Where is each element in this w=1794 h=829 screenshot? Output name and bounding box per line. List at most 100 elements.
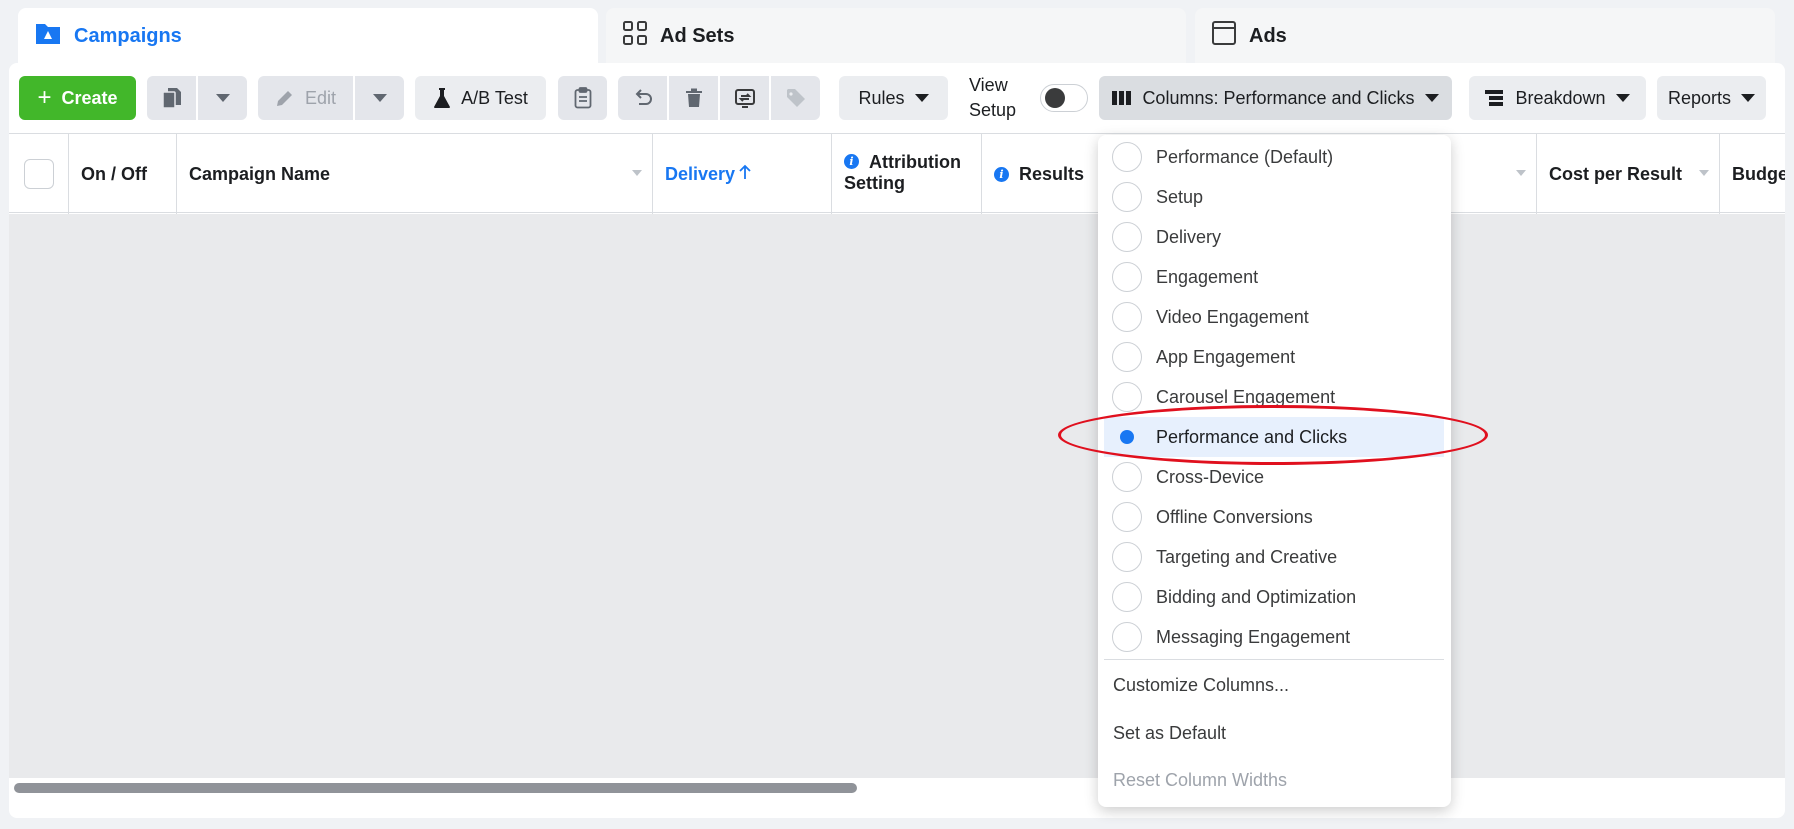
sort-caret-icon <box>1516 170 1526 176</box>
scrollbar-thumb[interactable] <box>14 783 857 793</box>
grid-icon <box>622 20 648 52</box>
column-preset-option[interactable]: App Engagement <box>1098 337 1451 377</box>
option-label: Targeting and Creative <box>1156 546 1338 567</box>
flask-icon <box>433 87 451 109</box>
header-cost-per-result-label: Cost per Result <box>1549 163 1683 184</box>
ad-preview-button[interactable] <box>720 76 769 120</box>
rules-button[interactable]: Rules <box>839 76 948 120</box>
header-attribution-label: Attribution Setting <box>844 152 961 194</box>
edit-label: Edit <box>304 87 337 108</box>
breakdown-icon <box>1485 89 1505 107</box>
radio-button[interactable] <box>1112 462 1142 492</box>
tab-ad-sets[interactable]: Ad Sets <box>606 8 1186 64</box>
undo-button[interactable] <box>618 76 667 120</box>
radio-button[interactable] <box>1112 302 1142 332</box>
radio-button[interactable] <box>1112 622 1142 652</box>
header-budget[interactable]: Budget <box>1720 134 1785 214</box>
view-setup-line2: Setup <box>969 100 1017 120</box>
toggle-knob <box>1045 88 1065 108</box>
columns-dropdown-menu: Performance (Default) Setup Delivery Eng… <box>1098 135 1451 807</box>
view-setup-line1: View <box>969 75 1008 95</box>
columns-button[interactable]: Columns: Performance and Clicks <box>1099 76 1452 120</box>
campaigns-panel: + Create Edit A/B Test Rules View Setup … <box>9 63 1785 818</box>
select-all-checkbox[interactable] <box>23 159 54 189</box>
column-preset-option[interactable]: Engagement <box>1098 257 1451 297</box>
radio-button[interactable] <box>1112 222 1142 252</box>
option-label: Setup <box>1156 186 1204 207</box>
radio-button[interactable] <box>1112 582 1142 612</box>
option-label: Performance and Clicks <box>1156 426 1348 447</box>
reports-button[interactable]: Reports <box>1657 76 1766 120</box>
attribution-line1: Attribution <box>869 152 961 172</box>
tab-campaigns[interactable]: Campaigns <box>18 8 598 64</box>
sort-caret-icon <box>632 170 642 176</box>
caret-down-icon <box>1741 94 1756 102</box>
attribution-line2: Setting <box>844 173 905 193</box>
campaign-folder-icon <box>34 20 62 52</box>
header-cost-per-result[interactable]: Cost per Result <box>1537 134 1720 214</box>
header-delivery[interactable]: Delivery <box>653 134 832 214</box>
create-label: Create <box>61 87 118 108</box>
pencil-icon <box>275 88 295 108</box>
swap-preview-icon <box>734 87 756 109</box>
option-label: Engagement <box>1156 266 1259 287</box>
column-preset-option[interactable]: Setup <box>1098 177 1451 217</box>
column-preset-option[interactable]: Cross-Device <box>1098 457 1451 497</box>
create-button[interactable]: + Create <box>19 76 136 120</box>
duplicate-icon <box>161 87 182 109</box>
menu-divider <box>1104 659 1444 660</box>
horizontal-scrollbar[interactable] <box>9 778 1785 798</box>
header-on-off[interactable]: On / Off <box>69 134 177 214</box>
radio-button[interactable] <box>1112 182 1142 212</box>
delete-button[interactable] <box>669 76 718 120</box>
radio-button[interactable] <box>1112 142 1142 172</box>
trash-icon <box>685 88 703 108</box>
column-preset-option[interactable]: Delivery <box>1098 217 1451 257</box>
edit-button[interactable]: Edit <box>258 76 353 120</box>
option-label: Delivery <box>1156 226 1222 247</box>
caret-down-icon <box>215 94 230 102</box>
radio-button[interactable] <box>1112 502 1142 532</box>
column-preset-option[interactable]: Bidding and Optimization <box>1098 577 1451 617</box>
ab-test-button[interactable]: A/B Test <box>415 76 546 120</box>
select-all-cell <box>9 134 69 214</box>
column-preset-option[interactable]: Video Engagement <box>1098 297 1451 337</box>
reports-label: Reports <box>1667 87 1732 108</box>
column-preset-option[interactable]: Performance (Default) <box>1098 137 1451 177</box>
view-setup-toggle[interactable] <box>1040 84 1088 112</box>
radio-button-selected[interactable] <box>1112 422 1142 452</box>
tab-label: Ad Sets <box>660 25 735 47</box>
radio-button[interactable] <box>1112 382 1142 412</box>
header-campaign-name[interactable]: Campaign Name <box>177 134 653 214</box>
rules-label: Rules <box>858 87 905 108</box>
column-preset-option[interactable]: Offline Conversions <box>1098 497 1451 537</box>
breakdown-button[interactable]: Breakdown <box>1469 76 1646 120</box>
clipboard-icon <box>574 87 592 109</box>
clipboard-button[interactable] <box>558 76 607 120</box>
breakdown-label: Breakdown <box>1515 87 1606 108</box>
set-as-default-item[interactable]: Set as Default <box>1113 723 1226 744</box>
duplicate-button[interactable] <box>147 76 196 120</box>
column-preset-option-selected[interactable]: Performance and Clicks <box>1104 417 1444 457</box>
arrow-up-icon <box>739 164 751 185</box>
radio-button[interactable] <box>1112 342 1142 372</box>
option-label: Carousel Engagement <box>1156 386 1336 407</box>
radio-button[interactable] <box>1112 262 1142 292</box>
tab-ads[interactable]: Ads <box>1195 8 1775 64</box>
tab-label: Ads <box>1249 25 1287 47</box>
column-preset-option[interactable]: Carousel Engagement <box>1098 377 1451 417</box>
customize-columns-item[interactable]: Customize Columns... <box>1113 675 1289 696</box>
edit-dropdown-button[interactable] <box>355 76 404 120</box>
option-label: Video Engagement <box>1156 306 1309 327</box>
column-preset-option[interactable]: Messaging Engagement <box>1098 617 1451 657</box>
radio-button[interactable] <box>1112 542 1142 572</box>
option-label: Performance (Default) <box>1156 146 1334 167</box>
tag-button[interactable] <box>771 76 820 120</box>
header-attribution-setting[interactable]: i Attribution Setting <box>832 134 982 214</box>
ab-test-label: A/B Test <box>461 87 528 108</box>
column-preset-option[interactable]: Targeting and Creative <box>1098 537 1451 577</box>
duplicate-dropdown-button[interactable] <box>198 76 247 120</box>
columns-label: Columns: Performance and Clicks <box>1142 87 1415 108</box>
table-body <box>9 214 1785 798</box>
header-campaign-name-label: Campaign Name <box>189 163 331 184</box>
